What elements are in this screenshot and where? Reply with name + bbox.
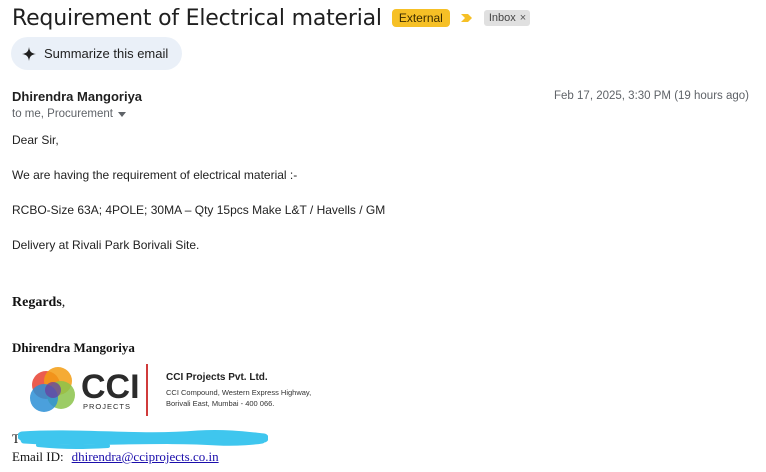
remove-label-icon[interactable]: × — [520, 11, 526, 25]
recipients-toggle[interactable]: to me, Procurement — [12, 108, 126, 120]
email-link[interactable]: dhirendra@cciprojects.co.in — [72, 449, 219, 464]
email-body-line: RCBO-Size 63A; 4POLE; 30MA – Qty 15pcs M… — [12, 203, 386, 217]
regards-bold: Regards — [12, 295, 62, 310]
logo-subtext: PROJECTS — [83, 402, 131, 411]
redaction-scribble — [18, 429, 268, 449]
email-body-line: We are having the requirement of electri… — [12, 168, 298, 182]
email-date: Feb 17, 2025, 3:30 PM (19 hours ago) — [554, 90, 749, 102]
logo-text: CCI — [81, 368, 140, 406]
signature-name: Dhirendra Mangoriya — [12, 340, 135, 355]
external-badge: External — [391, 9, 450, 27]
subject-row: Requirement of Electrical material Exter… — [12, 4, 531, 32]
email-body-line: Delivery at Rivali Park Borivali Site. — [12, 238, 200, 252]
caret-down-icon — [117, 111, 126, 117]
email-label: Email ID: — [12, 449, 64, 464]
email-subject: Requirement of Electrical material — [12, 5, 382, 31]
signature-regards: Regards, — [12, 295, 65, 311]
email-greeting: Dear Sir, — [12, 133, 59, 147]
inbox-label-text: Inbox — [488, 12, 516, 24]
inbox-label[interactable]: Inbox × — [483, 10, 531, 26]
signature-email: Email ID: dhirendra@cciprojects.co.in — [12, 449, 219, 465]
summarize-label: Summarize this email — [44, 46, 169, 61]
signature-tel: T — [12, 431, 20, 446]
address-line: Borivali East, Mumbai - 400 066. — [166, 399, 275, 408]
importance-marker-icon[interactable] — [460, 11, 474, 25]
company-address: CCI Compound, Western Express Highway, B… — [166, 387, 311, 409]
summarize-email-button[interactable]: Summarize this email — [11, 37, 183, 70]
regards-comma: , — [61, 295, 66, 310]
sparkle-icon — [22, 46, 36, 61]
address-line: CCI Compound, Western Express Highway, — [166, 388, 312, 397]
recipients-text: to me, Procurement — [12, 108, 113, 120]
sender-name[interactable]: Dhirendra Mangoriya — [12, 89, 142, 104]
company-name: CCI Projects Pvt. Ltd. — [166, 372, 268, 383]
